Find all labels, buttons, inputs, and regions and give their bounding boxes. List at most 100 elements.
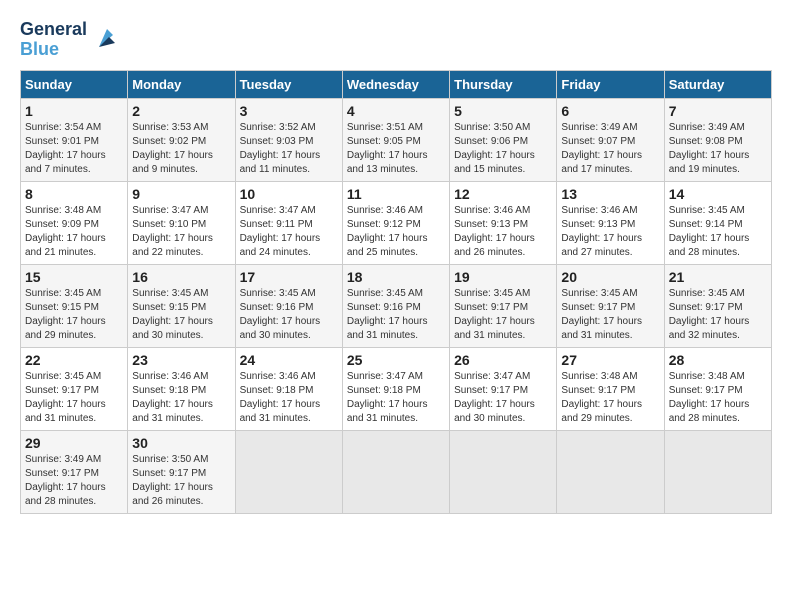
day-info: Sunrise: 3:54 AM Sunset: 9:01 PM Dayligh…: [25, 121, 123, 177]
day-cell: 15Sunrise: 3:45 AM Sunset: 9:15 PM Dayli…: [21, 264, 128, 347]
calendar-table: SundayMondayTuesdayWednesdayThursdayFrid…: [20, 70, 772, 514]
day-number: 15: [25, 269, 123, 285]
day-info: Sunrise: 3:52 AM Sunset: 9:03 PM Dayligh…: [240, 121, 338, 177]
day-cell: 3 Sunrise: 3:52 AM Sunset: 9:03 PM Daylig…: [235, 98, 342, 181]
day-info: Sunrise: 3:53 AM Sunset: 9:02 PM Dayligh…: [132, 121, 230, 177]
logo-text: GeneralBlue: [20, 20, 87, 60]
day-info: Sunrise: 3:48 AM Sunset: 9:09 PM Dayligh…: [25, 204, 123, 260]
column-header-saturday: Saturday: [664, 70, 771, 98]
page-header: GeneralBlue: [20, 20, 772, 60]
day-info: Sunrise: 3:45 AM Sunset: 9:16 PM Dayligh…: [347, 287, 445, 343]
day-cell: 24 Sunrise: 3:46 AM Sunset: 9:18 PM Dayli…: [235, 347, 342, 430]
day-number: 7: [669, 103, 767, 119]
day-number: 27: [561, 352, 659, 368]
day-info: Sunrise: 3:51 AM Sunset: 9:05 PM Dayligh…: [347, 121, 445, 177]
day-number: 11: [347, 186, 445, 202]
day-info: Sunrise: 3:47 AM Sunset: 9:10 PM Dayligh…: [132, 204, 230, 260]
day-cell: 29 Sunrise: 3:49 AM Sunset: 9:17 PM Dayli…: [21, 430, 128, 513]
day-cell: 23 Sunrise: 3:46 AM Sunset: 9:18 PM Dayli…: [128, 347, 235, 430]
day-cell: 8 Sunrise: 3:48 AM Sunset: 9:09 PM Daylig…: [21, 181, 128, 264]
column-header-wednesday: Wednesday: [342, 70, 449, 98]
week-row-1: 1 Sunrise: 3:54 AM Sunset: 9:01 PM Daylig…: [21, 98, 772, 181]
day-info: Sunrise: 3:46 AM Sunset: 9:13 PM Dayligh…: [561, 204, 659, 260]
day-cell: 20Sunrise: 3:45 AM Sunset: 9:17 PM Dayli…: [557, 264, 664, 347]
day-info: Sunrise: 3:47 AM Sunset: 9:11 PM Dayligh…: [240, 204, 338, 260]
day-cell: [235, 430, 342, 513]
day-number: 26: [454, 352, 552, 368]
week-row-5: 29 Sunrise: 3:49 AM Sunset: 9:17 PM Dayli…: [21, 430, 772, 513]
day-number: 3: [240, 103, 338, 119]
day-info: Sunrise: 3:48 AM Sunset: 9:17 PM Dayligh…: [669, 370, 767, 426]
column-header-sunday: Sunday: [21, 70, 128, 98]
day-cell: 2 Sunrise: 3:53 AM Sunset: 9:02 PM Daylig…: [128, 98, 235, 181]
day-cell: [557, 430, 664, 513]
day-number: 18: [347, 269, 445, 285]
day-number: 22: [25, 352, 123, 368]
day-number: 12: [454, 186, 552, 202]
day-cell: 19 Sunrise: 3:45 AM Sunset: 9:17 PM Dayli…: [450, 264, 557, 347]
day-cell: [342, 430, 449, 513]
day-number: 17: [240, 269, 338, 285]
day-cell: 9 Sunrise: 3:47 AM Sunset: 9:10 PM Daylig…: [128, 181, 235, 264]
day-cell: 21Sunrise: 3:45 AM Sunset: 9:17 PM Dayli…: [664, 264, 771, 347]
day-number: 13: [561, 186, 659, 202]
day-number: 2: [132, 103, 230, 119]
day-info: Sunrise: 3:50 AM Sunset: 9:17 PM Dayligh…: [132, 453, 230, 509]
day-number: 1: [25, 103, 123, 119]
day-info: Sunrise: 3:46 AM Sunset: 9:18 PM Dayligh…: [132, 370, 230, 426]
day-number: 8: [25, 186, 123, 202]
week-row-4: 22 Sunrise: 3:45 AM Sunset: 9:17 PM Dayli…: [21, 347, 772, 430]
day-cell: 27 Sunrise: 3:48 AM Sunset: 9:17 PM Dayli…: [557, 347, 664, 430]
day-cell: 11 Sunrise: 3:46 AM Sunset: 9:12 PM Dayli…: [342, 181, 449, 264]
day-number: 25: [347, 352, 445, 368]
day-cell: 5 Sunrise: 3:50 AM Sunset: 9:06 PM Daylig…: [450, 98, 557, 181]
day-info: Sunrise: 3:45 AM Sunset: 9:17 PM Dayligh…: [561, 287, 659, 343]
day-info: Sunrise: 3:49 AM Sunset: 9:17 PM Dayligh…: [25, 453, 123, 509]
day-info: Sunrise: 3:45 AM Sunset: 9:17 PM Dayligh…: [25, 370, 123, 426]
calendar-body: 1 Sunrise: 3:54 AM Sunset: 9:01 PM Daylig…: [21, 98, 772, 513]
day-info: Sunrise: 3:46 AM Sunset: 9:12 PM Dayligh…: [347, 204, 445, 260]
day-cell: 10 Sunrise: 3:47 AM Sunset: 9:11 PM Dayli…: [235, 181, 342, 264]
day-number: 10: [240, 186, 338, 202]
day-number: 29: [25, 435, 123, 451]
day-cell: 13 Sunrise: 3:46 AM Sunset: 9:13 PM Dayli…: [557, 181, 664, 264]
day-cell: 16 Sunrise: 3:45 AM Sunset: 9:15 PM Dayli…: [128, 264, 235, 347]
day-info: Sunrise: 3:48 AM Sunset: 9:17 PM Dayligh…: [561, 370, 659, 426]
day-cell: 14 Sunrise: 3:45 AM Sunset: 9:14 PM Dayli…: [664, 181, 771, 264]
day-cell: [664, 430, 771, 513]
day-number: 14: [669, 186, 767, 202]
week-row-3: 15 Sunrise: 3:45 AM Sunset: 9:15 PM Dayli…: [21, 264, 772, 347]
day-info: Sunrise: 3:45 AM Sunset: 9:17 PM Dayligh…: [454, 287, 552, 343]
day-cell: 22 Sunrise: 3:45 AM Sunset: 9:17 PM Dayli…: [21, 347, 128, 430]
day-cell: 6 Sunrise: 3:49 AM Sunset: 9:07 PM Daylig…: [557, 98, 664, 181]
day-info: Sunrise: 3:45 AM Sunset: 9:16 PM Dayligh…: [240, 287, 338, 343]
day-number: 24: [240, 352, 338, 368]
day-number: 5: [454, 103, 552, 119]
day-cell: 17 Sunrise: 3:45 AM Sunset: 9:16 PM Dayli…: [235, 264, 342, 347]
day-number: 23: [132, 352, 230, 368]
day-number: 19: [454, 269, 552, 285]
day-cell: 28Sunrise: 3:48 AM Sunset: 9:17 PM Dayli…: [664, 347, 771, 430]
day-number: 21: [669, 269, 767, 285]
day-info: Sunrise: 3:49 AM Sunset: 9:07 PM Dayligh…: [561, 121, 659, 177]
day-info: Sunrise: 3:46 AM Sunset: 9:13 PM Dayligh…: [454, 204, 552, 260]
day-cell: 30 Sunrise: 3:50 AM Sunset: 9:17 PM Dayli…: [128, 430, 235, 513]
day-info: Sunrise: 3:49 AM Sunset: 9:08 PM Dayligh…: [669, 121, 767, 177]
day-cell: 26Sunrise: 3:47 AM Sunset: 9:17 PM Dayli…: [450, 347, 557, 430]
day-number: 4: [347, 103, 445, 119]
logo: GeneralBlue: [20, 20, 121, 60]
day-info: Sunrise: 3:45 AM Sunset: 9:15 PM Dayligh…: [132, 287, 230, 343]
column-header-tuesday: Tuesday: [235, 70, 342, 98]
column-header-thursday: Thursday: [450, 70, 557, 98]
day-cell: [450, 430, 557, 513]
day-number: 16: [132, 269, 230, 285]
logo-icon: [91, 25, 121, 55]
day-number: 9: [132, 186, 230, 202]
day-info: Sunrise: 3:45 AM Sunset: 9:14 PM Dayligh…: [669, 204, 767, 260]
column-header-friday: Friday: [557, 70, 664, 98]
day-number: 6: [561, 103, 659, 119]
day-number: 30: [132, 435, 230, 451]
day-cell: 18 Sunrise: 3:45 AM Sunset: 9:16 PM Dayli…: [342, 264, 449, 347]
day-info: Sunrise: 3:46 AM Sunset: 9:18 PM Dayligh…: [240, 370, 338, 426]
day-info: Sunrise: 3:50 AM Sunset: 9:06 PM Dayligh…: [454, 121, 552, 177]
